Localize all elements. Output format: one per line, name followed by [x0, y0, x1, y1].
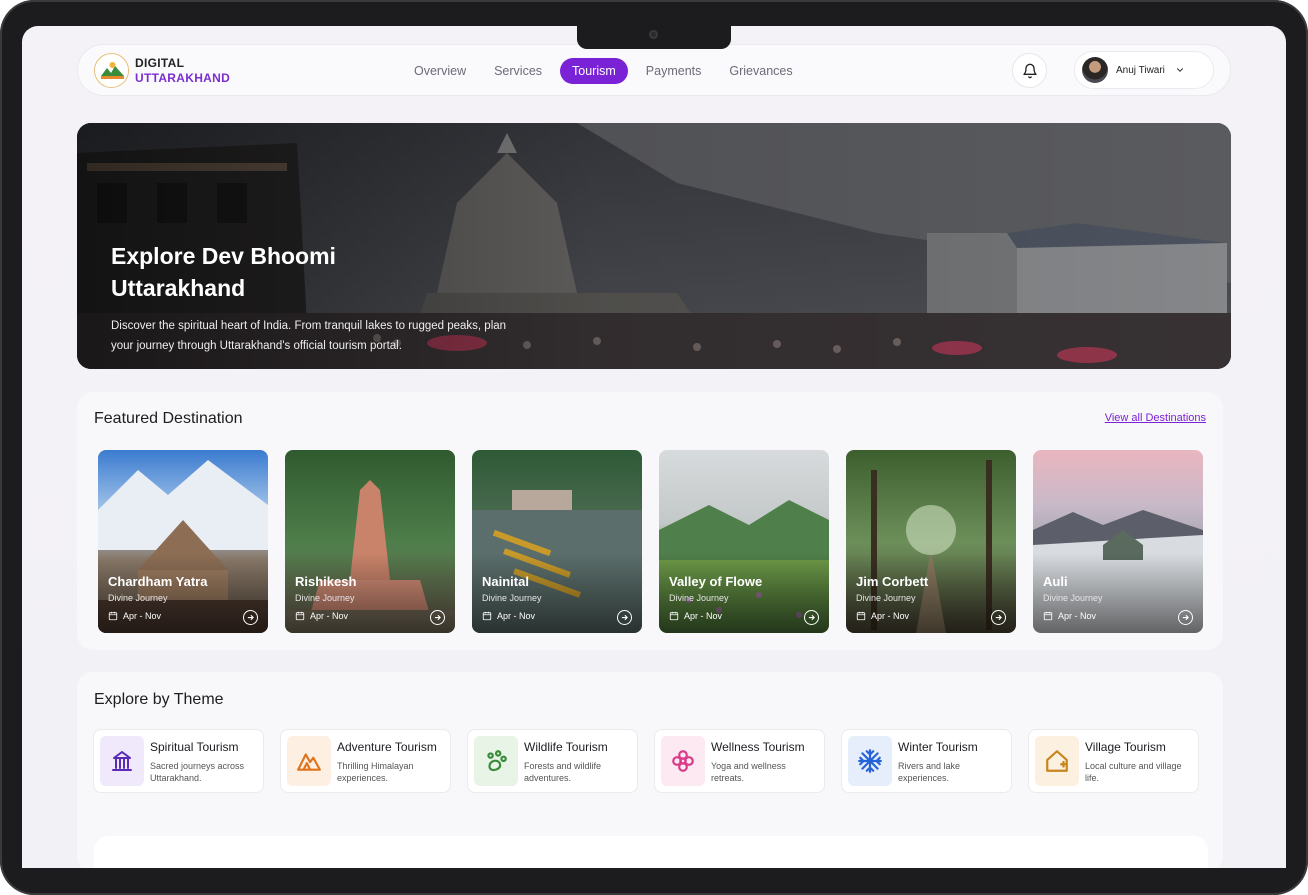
destination-name: Rishikesh	[295, 574, 357, 589]
calendar-icon	[1043, 611, 1053, 621]
camera	[649, 30, 658, 39]
mountain-icon	[287, 736, 331, 786]
destination-season: Apr - Nov	[669, 611, 722, 621]
calendar-icon	[669, 611, 679, 621]
theme-description: Forests and wildlife adventures.	[524, 761, 602, 783]
season-text: Apr - Nov	[1058, 611, 1097, 621]
destination-name: Chardham Yatra	[108, 574, 208, 589]
theme-wellness[interactable]: Wellness Tourism Yoga and wellness retre…	[654, 729, 825, 793]
destination-card-jim-corbett[interactable]: Jim Corbett Divine Journey Apr - Nov	[846, 450, 1016, 633]
calendar-icon	[295, 611, 305, 621]
theme-name: Wildlife Tourism	[524, 740, 608, 754]
hero-banner: Explore Dev Bhoomi Uttarakhand Discover …	[77, 123, 1231, 369]
destination-name: Jim Corbett	[856, 574, 929, 589]
nav-overview[interactable]: Overview	[404, 58, 476, 84]
chevron-down-icon	[1176, 68, 1183, 72]
avatar	[1082, 57, 1108, 83]
temple-icon	[100, 736, 144, 786]
top-navbar: DIGITAL UTTARAKHAND Overview Services To…	[77, 44, 1231, 96]
flower-icon	[661, 736, 705, 786]
season-text: Apr - Nov	[497, 611, 536, 621]
home-plus-icon	[1035, 736, 1079, 786]
next-section-card	[94, 836, 1208, 868]
destination-subtitle: Divine Journey	[295, 593, 355, 603]
brand-logo[interactable]: DIGITAL UTTARAKHAND	[94, 53, 230, 88]
theme-adventure[interactable]: Adventure Tourism Thrilling Himalayan ex…	[280, 729, 451, 793]
theme-description: Sacred journeys across Uttarakhand.	[150, 761, 245, 783]
theme-name: Village Tourism	[1085, 740, 1166, 754]
nav-services[interactable]: Services	[484, 58, 552, 84]
destination-subtitle: Divine Journey	[108, 593, 168, 603]
destination-name: Valley of Flowe	[669, 574, 763, 589]
theme-list: Spiritual Tourism Sacred journeys across…	[93, 729, 1199, 793]
bell-icon	[1022, 63, 1037, 78]
destination-card-nainital[interactable]: Nainital Divine Journey Apr - Nov	[472, 450, 642, 633]
view-all-destinations-link[interactable]: View all Destinations	[1105, 412, 1206, 424]
theme-description: Yoga and wellness retreats.	[711, 761, 786, 783]
destination-card-chardham[interactable]: Chardham Yatra Divine Journey Apr - Nov	[98, 450, 268, 633]
theme-description: Rivers and lake experiences.	[898, 761, 961, 783]
season-text: Apr - Nov	[871, 611, 910, 621]
theme-name: Winter Tourism	[898, 740, 978, 754]
destination-season: Apr - Nov	[295, 611, 348, 621]
brand-line-1: DIGITAL	[135, 55, 185, 70]
featured-destinations-section: Featured Destination View all Destinatio…	[77, 392, 1223, 650]
destination-season: Apr - Nov	[856, 611, 909, 621]
destination-season: Apr - Nov	[108, 611, 161, 621]
season-text: Apr - Nov	[123, 611, 162, 621]
destination-card-rishikesh[interactable]: Rishikesh Divine Journey Apr - Nov	[285, 450, 455, 633]
destination-subtitle: Divine Journey	[669, 593, 729, 603]
screen: DIGITAL UTTARAKHAND Overview Services To…	[22, 26, 1286, 868]
calendar-icon	[482, 611, 492, 621]
arrow-right-icon[interactable]	[243, 610, 258, 625]
calendar-icon	[856, 611, 866, 621]
season-text: Apr - Nov	[310, 611, 349, 621]
arrow-right-icon[interactable]	[617, 610, 632, 625]
nav-payments[interactable]: Payments	[636, 58, 712, 84]
nav-grievances[interactable]: Grievances	[719, 58, 802, 84]
arrow-right-icon[interactable]	[991, 610, 1006, 625]
season-text: Apr - Nov	[684, 611, 723, 621]
theme-spiritual[interactable]: Spiritual Tourism Sacred journeys across…	[93, 729, 264, 793]
theme-name: Adventure Tourism	[337, 740, 437, 754]
brand-line-2: UTTARAKHAND	[135, 70, 231, 85]
theme-wildlife[interactable]: Wildlife Tourism Forests and wildlife ad…	[467, 729, 638, 793]
destination-subtitle: Divine Journey	[856, 593, 916, 603]
theme-winter[interactable]: Winter Tourism Rivers and lake experienc…	[841, 729, 1012, 793]
destination-subtitle: Divine Journey	[482, 593, 542, 603]
hero-description: Discover the spiritual heart of India. F…	[111, 320, 507, 352]
destination-season: Apr - Nov	[1043, 611, 1096, 621]
user-menu[interactable]: Anuj Tiwari	[1074, 51, 1214, 89]
hero-title: Explore Dev Bhoomi Uttarakhand	[111, 243, 336, 301]
theme-village[interactable]: Village Tourism Local culture and villag…	[1028, 729, 1199, 793]
theme-description: Thrilling Himalayan experiences.	[337, 761, 414, 783]
nav-tourism[interactable]: Tourism	[560, 58, 628, 84]
arrow-right-icon[interactable]	[804, 610, 819, 625]
snowflake-icon	[848, 736, 892, 786]
themes-title: Explore by Theme	[94, 691, 224, 708]
destination-cards: Chardham Yatra Divine Journey Apr - Nov …	[98, 450, 1203, 633]
destination-name: Auli	[1043, 574, 1068, 589]
theme-name: Wellness Tourism	[711, 740, 805, 754]
theme-name: Spiritual Tourism	[150, 740, 239, 754]
destination-name: Nainital	[482, 574, 529, 589]
arrow-right-icon[interactable]	[430, 610, 445, 625]
calendar-icon	[108, 611, 118, 621]
paw-icon	[474, 736, 518, 786]
theme-description: Local culture and village life.	[1085, 761, 1182, 783]
destination-subtitle: Divine Journey	[1043, 593, 1103, 603]
notification-button[interactable]	[1012, 53, 1047, 88]
main-menu: Overview Services Tourism Payments Griev…	[404, 58, 811, 84]
featured-title: Featured Destination	[94, 410, 243, 427]
user-name: Anuj Tiwari	[1116, 64, 1165, 76]
emblem-icon	[94, 53, 129, 88]
camera-notch	[577, 22, 731, 49]
destination-card-valley-of-flowers[interactable]: Valley of Flowe Divine Journey Apr - Nov	[659, 450, 829, 633]
destination-card-auli[interactable]: Auli Divine Journey Apr - Nov	[1033, 450, 1203, 633]
destination-season: Apr - Nov	[482, 611, 535, 621]
arrow-right-icon[interactable]	[1178, 610, 1193, 625]
